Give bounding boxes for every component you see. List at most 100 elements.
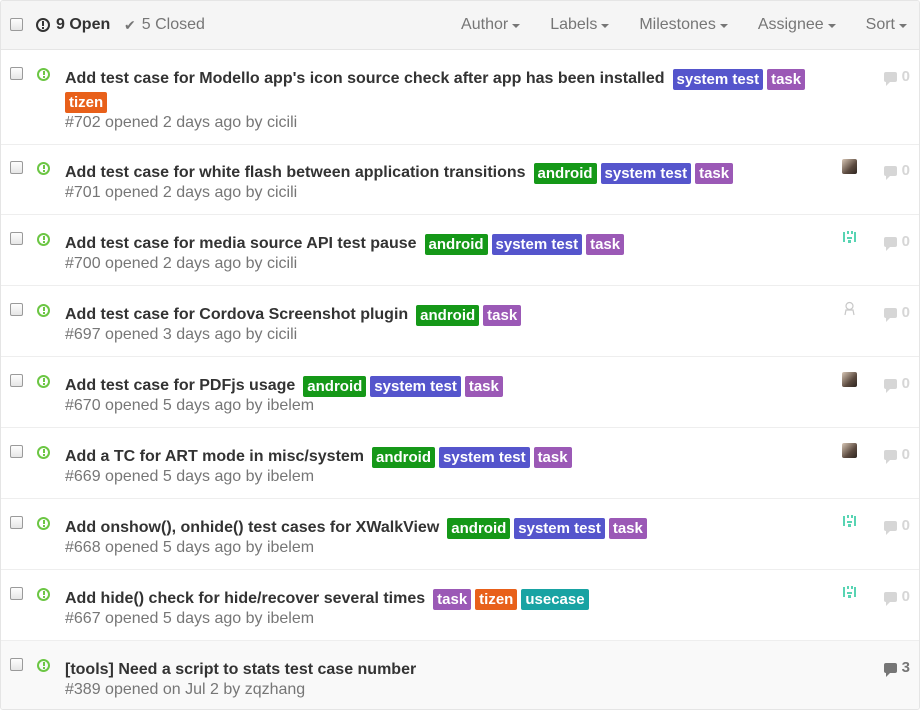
issue-title-line: Add test case for PDFjs usage android syst… xyxy=(65,375,507,397)
issue-author-link[interactable]: cicili xyxy=(267,184,297,201)
issue-meta-text: #667 opened 5 days ago by xyxy=(65,610,267,627)
comment-count-link[interactable]: 3 xyxy=(883,659,910,677)
comment-count: 0 xyxy=(901,162,910,179)
issue-label[interactable]: system test xyxy=(514,517,605,539)
issue-title-line: Add test case for Cordova Screenshot plu… xyxy=(65,304,525,326)
issue-row[interactable]: Add onshow(), onhide() test cases for XW… xyxy=(1,499,919,570)
assignee-avatar[interactable] xyxy=(842,372,857,387)
issue-author-link[interactable]: ibelem xyxy=(267,468,314,485)
issue-label[interactable]: tizen xyxy=(65,92,108,113)
issue-row[interactable]: Add test case for white flash between ap… xyxy=(1,144,919,215)
filter-labels[interactable]: Labels xyxy=(550,16,610,34)
filter-assignee[interactable]: Assignee xyxy=(758,16,836,34)
issue-row[interactable]: Add test case for PDFjs usage android syst… xyxy=(1,357,919,428)
select-all-checkbox[interactable] xyxy=(10,18,23,31)
filter-author[interactable]: Author xyxy=(461,16,521,34)
issue-author-link[interactable]: ibelem xyxy=(267,397,314,414)
issue-label[interactable]: android xyxy=(533,162,597,184)
issue-row[interactable]: [tools] Need a script to stats test case… xyxy=(1,641,919,709)
issue-label[interactable]: system test xyxy=(600,162,692,184)
comment-count-link[interactable]: 0 xyxy=(883,588,910,606)
assignee-avatar[interactable] xyxy=(842,301,857,316)
issue-label[interactable]: task xyxy=(464,375,503,397)
issue-checkbox[interactable] xyxy=(10,161,23,174)
issue-checkbox[interactable] xyxy=(10,374,23,387)
issue-title-link[interactable]: Add a TC for ART mode in misc/system xyxy=(65,446,364,468)
issue-title-link[interactable]: Add test case for white flash between ap… xyxy=(65,162,526,184)
issue-row[interactable]: Add test case for Modello app's icon sou… xyxy=(1,50,919,145)
issue-label[interactable]: usecase xyxy=(521,588,589,610)
comment-count-link[interactable]: 0 xyxy=(883,517,910,535)
assignee-avatar[interactable] xyxy=(842,230,857,245)
issue-author-link[interactable]: ibelem xyxy=(267,610,314,627)
identicon-block xyxy=(848,595,851,598)
issue-label[interactable]: system test xyxy=(491,233,583,255)
issue-label[interactable]: tizen xyxy=(475,588,518,610)
issue-author-link[interactable]: cicili xyxy=(267,114,297,131)
comment-count-link[interactable]: 0 xyxy=(883,233,910,251)
identicon-block xyxy=(843,232,845,242)
issue-checkbox[interactable] xyxy=(10,658,23,671)
issue-title-link[interactable]: Add test case for media source API test … xyxy=(65,233,417,255)
comment-count-link[interactable]: 0 xyxy=(883,446,910,464)
issue-label[interactable]: android xyxy=(416,304,480,326)
issue-row[interactable]: Add test case for Cordova Screenshot plu… xyxy=(1,286,919,357)
identicon-block xyxy=(851,515,853,518)
issue-label[interactable]: task xyxy=(533,446,572,468)
issue-title-link[interactable]: Add onshow(), onhide() test cases for XW… xyxy=(65,517,439,539)
issue-title-link[interactable]: Add hide() check for hide/recover severa… xyxy=(65,588,425,610)
issues-header: 9 Open ✔ 5 Closed Author Labels Mileston… xyxy=(1,1,919,50)
issue-label[interactable]: task xyxy=(695,162,734,184)
issue-author-link[interactable]: zqzhang xyxy=(245,681,306,698)
open-issues-tab[interactable]: 9 Open xyxy=(36,16,110,34)
issue-row[interactable]: Add test case for media source API test … xyxy=(1,215,919,286)
issue-label[interactable]: android xyxy=(424,233,488,255)
comment-icon xyxy=(883,71,897,86)
issue-label[interactable]: task xyxy=(767,68,806,90)
issue-checkbox[interactable] xyxy=(10,587,23,600)
issue-author-link[interactable]: cicili xyxy=(267,326,297,343)
assignee-avatar[interactable] xyxy=(842,159,857,174)
comment-count-link[interactable]: 0 xyxy=(883,68,910,86)
comment-count-link[interactable]: 0 xyxy=(883,375,910,393)
assignee-avatar[interactable] xyxy=(842,585,857,600)
issue-label[interactable]: task xyxy=(433,588,472,610)
issue-title-link[interactable]: Add test case for Cordova Screenshot plu… xyxy=(65,304,408,326)
issue-title-link[interactable]: [tools] Need a script to stats test case… xyxy=(65,659,416,681)
issue-label[interactable]: android xyxy=(303,375,367,397)
issue-label[interactable]: android xyxy=(372,446,436,468)
issue-checkbox[interactable] xyxy=(10,516,23,529)
issue-title-line: Add onshow(), onhide() test cases for XW… xyxy=(65,517,651,539)
issue-title-link[interactable]: Add test case for Modello app's icon sou… xyxy=(65,68,665,90)
issue-checkbox[interactable] xyxy=(10,445,23,458)
comment-count-link[interactable]: 0 xyxy=(883,162,910,180)
filter-milestones[interactable]: Milestones xyxy=(639,16,728,34)
assignee-avatar[interactable] xyxy=(842,443,857,458)
identicon-block xyxy=(847,586,849,589)
issue-label[interactable]: system test xyxy=(672,68,764,90)
issue-row[interactable]: Add a TC for ART mode in misc/system andr… xyxy=(1,428,919,499)
identicon-block xyxy=(847,592,852,594)
issue-meta: #702 opened 2 days ago by cicili xyxy=(65,114,297,132)
closed-issues-tab[interactable]: ✔ 5 Closed xyxy=(124,16,205,34)
issue-label[interactable]: system test xyxy=(439,446,530,468)
issue-author-link[interactable]: cicili xyxy=(267,255,297,272)
filter-sort[interactable]: Sort xyxy=(866,16,907,34)
issue-label[interactable]: task xyxy=(483,304,522,326)
comment-count-link[interactable]: 0 xyxy=(883,304,910,322)
identicon-block xyxy=(854,516,856,526)
issue-checkbox[interactable] xyxy=(10,303,23,316)
identicon-block xyxy=(854,587,856,597)
issue-row[interactable]: Add hide() check for hide/recover severa… xyxy=(1,570,919,641)
chevron-down-icon xyxy=(719,24,728,28)
issue-checkbox[interactable] xyxy=(10,67,23,80)
assignee-avatar[interactable] xyxy=(842,514,857,529)
issue-author-link[interactable]: ibelem xyxy=(267,539,314,556)
issue-title-link[interactable]: Add test case for PDFjs usage xyxy=(65,375,295,397)
issue-label[interactable]: android xyxy=(447,517,511,539)
identicon-block xyxy=(848,240,851,243)
issue-label[interactable]: system test xyxy=(370,375,461,397)
issue-checkbox[interactable] xyxy=(10,232,23,245)
issue-label[interactable]: task xyxy=(608,517,647,539)
issue-label[interactable]: task xyxy=(586,233,625,255)
